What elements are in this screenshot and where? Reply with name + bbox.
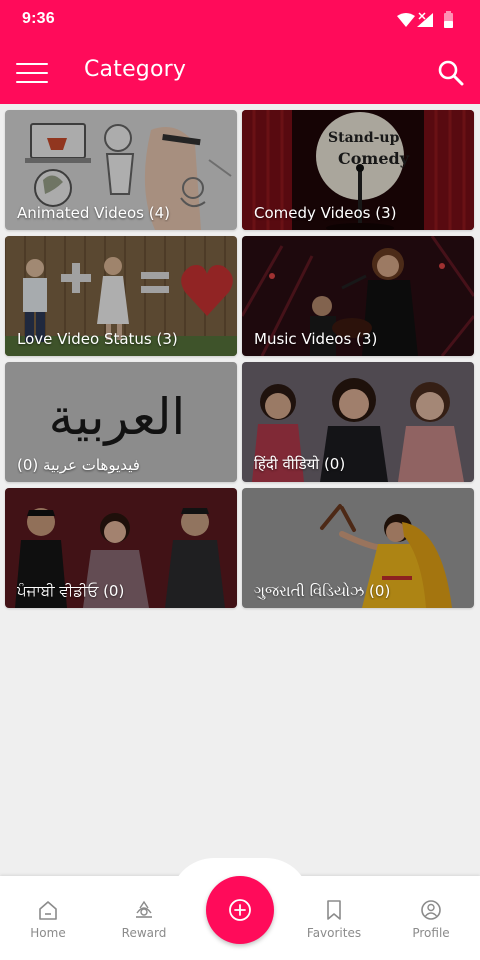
nav-profile-label: Profile xyxy=(412,926,450,940)
status-icons xyxy=(397,11,453,28)
wifi-icon xyxy=(397,13,415,27)
category-label: ਪੰਜਾਬੀ ਵੀਡੀਓ (0) xyxy=(17,582,125,600)
bookmark-icon xyxy=(327,900,341,920)
category-label: Music Videos (3) xyxy=(254,330,378,348)
profile-icon xyxy=(421,900,441,920)
category-tile-gujarati[interactable]: ગુજરાતી વિડિયોઝ (0) xyxy=(242,488,474,608)
app-toolbar: Category xyxy=(0,40,480,104)
status-time: 9:36 xyxy=(22,10,55,27)
status-bar: 9:36 xyxy=(0,0,480,40)
category-tile-love[interactable]: Love Video Status (3) xyxy=(5,236,237,356)
nav-home[interactable]: Home xyxy=(0,899,96,949)
category-tile-comedy[interactable]: Stand-up Comedy Comedy Videos (3) xyxy=(242,110,474,230)
battery-cap xyxy=(446,11,451,13)
nav-favorites[interactable]: Favorites xyxy=(286,899,382,949)
search-icon[interactable] xyxy=(438,60,464,86)
nav-profile[interactable]: Profile xyxy=(383,899,479,949)
signal-no-data-mark xyxy=(418,12,426,20)
nav-favorites-label: Favorites xyxy=(306,926,362,940)
home-icon xyxy=(39,901,57,920)
battery-fill xyxy=(444,21,453,28)
add-button[interactable] xyxy=(206,876,274,944)
category-label: Love Video Status (3) xyxy=(17,330,178,348)
category-screen: 9:36 Category Animated Videos (4) Stand-… xyxy=(0,0,480,960)
category-tile-arabic[interactable]: العربية فيديوهات عربية (0) xyxy=(5,362,237,482)
category-tile-punjabi[interactable]: ਪੰਜਾਬੀ ਵੀਡੀਓ (0) xyxy=(5,488,237,608)
nav-reward[interactable]: Reward xyxy=(96,899,192,949)
reward-icon xyxy=(136,900,152,918)
signal-icon xyxy=(417,13,433,27)
nav-home-label: Home xyxy=(30,926,66,940)
category-label: हिंदी वीडियो (0) xyxy=(254,455,346,473)
page-title: Category xyxy=(84,57,187,82)
category-tile-animated[interactable]: Animated Videos (4) xyxy=(5,110,237,230)
category-tile-music[interactable]: Music Videos (3) xyxy=(242,236,474,356)
category-tile-hindi[interactable]: हिंदी वीडियो (0) xyxy=(242,362,474,482)
nav-reward-label: Reward xyxy=(121,926,167,940)
category-label: فيديوهات عربية (0) xyxy=(17,456,140,474)
category-label: Animated Videos (4) xyxy=(17,204,170,222)
hamburger-menu-icon[interactable] xyxy=(16,61,48,85)
category-label: ગુજરાતી વિડિયોઝ (0) xyxy=(254,582,391,600)
add-circle-icon xyxy=(229,899,251,921)
category-label: Comedy Videos (3) xyxy=(254,204,397,222)
